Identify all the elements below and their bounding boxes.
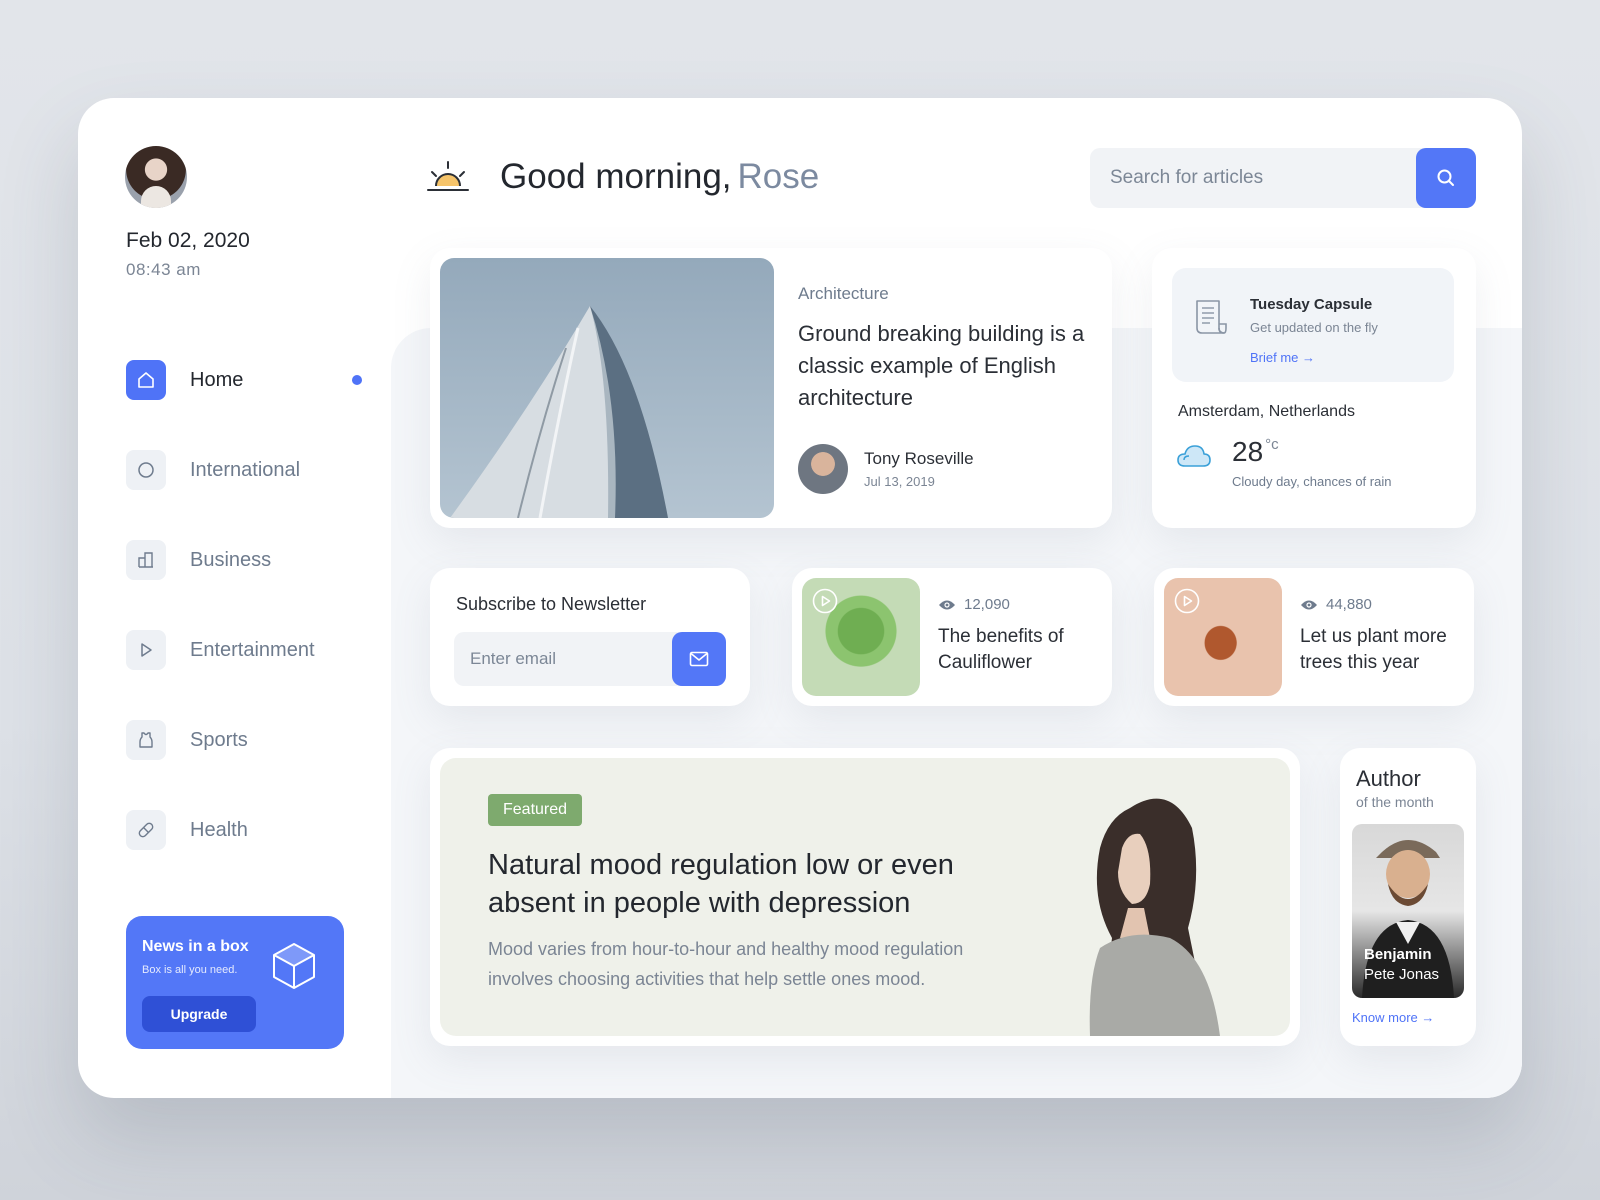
search-input[interactable]: [1090, 148, 1408, 208]
email-field[interactable]: [454, 632, 668, 686]
jersey-icon: [126, 720, 166, 760]
view-count: 44,880: [1300, 596, 1372, 613]
featured-title[interactable]: Natural mood regulation low or even abse…: [488, 846, 1008, 922]
play-icon: [126, 630, 166, 670]
subscribe-button[interactable]: [672, 632, 726, 686]
brief-me-link[interactable]: Brief me →: [1250, 350, 1315, 365]
greeting-text: Good morning,: [500, 157, 732, 196]
search-button[interactable]: [1416, 148, 1476, 208]
leaf-thumbnail[interactable]: [1164, 578, 1282, 696]
video-card[interactable]: 12,090 The benefits of Cauliflower: [792, 568, 1112, 706]
woman-photo: [1089, 798, 1220, 1036]
search-bar: [1090, 148, 1476, 208]
sidebar-item-home[interactable]: Home: [126, 360, 362, 450]
circle-icon: [126, 450, 166, 490]
current-time: 08:43 am: [126, 260, 201, 279]
promo-subtitle: Box is all you need.: [142, 964, 238, 976]
brief-me-label: Brief me: [1250, 350, 1299, 365]
article-title[interactable]: Ground breaking building is a classic ex…: [798, 318, 1088, 414]
view-count-value: 12,090: [964, 596, 1010, 613]
author-name[interactable]: Tony Roseville: [864, 449, 974, 469]
author-first-name: Benjamin: [1364, 946, 1432, 963]
author-avatar: [798, 444, 848, 494]
cloud-icon: [1177, 445, 1211, 467]
author-photo[interactable]: Benjamin Pete Jonas: [1352, 824, 1464, 998]
cube-icon: [273, 943, 315, 989]
video-card[interactable]: 44,880 Let us plant more trees this year: [1154, 568, 1474, 706]
upgrade-button[interactable]: Upgrade: [142, 996, 256, 1032]
upgrade-promo-card: News in a box Box is all you need. Upgra…: [126, 916, 344, 1049]
cauliflower-thumbnail[interactable]: [802, 578, 920, 696]
sidebar-item-entertainment[interactable]: Entertainment: [126, 630, 362, 720]
sidebar-item-label: Home: [190, 369, 244, 391]
newsletter-card: Subscribe to Newsletter: [430, 568, 750, 706]
sunrise-icon: [427, 161, 469, 191]
author-last-name: Pete Jonas: [1364, 966, 1440, 983]
home-icon: [126, 360, 166, 400]
featured-badge: Featured: [488, 794, 583, 826]
view-count: 12,090: [938, 596, 1010, 613]
video-title[interactable]: The benefits of Cauliflower: [938, 624, 1098, 676]
mail-icon: [689, 651, 709, 667]
active-indicator-dot: [352, 375, 362, 385]
arrow-right-icon: →: [1421, 1010, 1435, 1025]
pill-icon: [126, 810, 166, 850]
featured-description: Mood varies from hour-to-hour and health…: [488, 939, 964, 989]
newsletter-form: [454, 632, 726, 686]
temperature: 28 °c: [1232, 436, 1279, 468]
play-circle-icon[interactable]: [1174, 588, 1200, 614]
app-window: Feb 02, 2020 08:43 am Home International…: [78, 98, 1522, 1098]
video-title[interactable]: Let us plant more trees this year: [1300, 624, 1460, 676]
sidebar-item-sports[interactable]: Sports: [126, 720, 362, 810]
view-count-value: 44,880: [1326, 596, 1372, 613]
know-more-link[interactable]: Know more →: [1352, 1010, 1434, 1025]
user-avatar[interactable]: [125, 146, 187, 208]
featured-panel: Featured Natural mood regulation low or …: [440, 758, 1290, 1036]
current-date: Feb 02, 2020: [126, 229, 250, 252]
search-icon: [1437, 169, 1454, 186]
article-card[interactable]: Architecture Ground breaking building is…: [430, 248, 1112, 528]
sidebar-item-business[interactable]: Business: [126, 540, 362, 630]
author-of-month-card: Author of the month Benjamin Pete Jonas …: [1340, 748, 1476, 1046]
sidebar-item-international[interactable]: International: [126, 450, 362, 540]
weather-city: Amsterdam, Netherlands: [1178, 403, 1355, 420]
temperature-value: 28: [1232, 436, 1264, 467]
author-of-month-title: Author: [1356, 766, 1421, 791]
sidebar-nav: Home International Business Entertainmen…: [126, 360, 362, 900]
capsule-panel: Tuesday Capsule Get updated on the fly B…: [1172, 268, 1454, 382]
greeting-heading: Good morning, Rose: [500, 157, 819, 197]
weather-description: Cloudy day, chances of rain: [1232, 474, 1392, 489]
know-more-label: Know more: [1352, 1010, 1418, 1025]
sidebar-item-label: Sports: [190, 729, 248, 751]
author-of-month-subtitle: of the month: [1356, 794, 1434, 810]
eye-icon: [939, 600, 955, 609]
weather-card: Tuesday Capsule Get updated on the fly B…: [1152, 248, 1476, 528]
featured-article-card[interactable]: Featured Natural mood regulation low or …: [430, 748, 1300, 1046]
user-name: Rose: [737, 157, 820, 196]
promo-title: News in a box: [142, 938, 249, 955]
sidebar-item-label: Business: [190, 549, 272, 571]
temperature-unit: °c: [1265, 436, 1279, 453]
article-date: Jul 13, 2019: [864, 474, 935, 489]
eye-icon: [1301, 600, 1317, 609]
sidebar-item-label: Entertainment: [190, 639, 315, 661]
capsule-subtitle: Get updated on the fly: [1250, 320, 1378, 335]
building-icon: [126, 540, 166, 580]
building-photo: [440, 258, 774, 518]
sidebar-item-health[interactable]: Health: [126, 810, 362, 900]
sidebar-item-label: International: [190, 459, 301, 481]
capsule-title: Tuesday Capsule: [1250, 296, 1373, 313]
sidebar-item-label: Health: [190, 819, 248, 841]
document-icon: [1196, 300, 1227, 334]
arrow-right-icon: →: [1302, 350, 1316, 365]
newsletter-title: Subscribe to Newsletter: [456, 594, 647, 614]
article-category[interactable]: Architecture: [798, 284, 889, 304]
play-circle-icon[interactable]: [812, 588, 838, 614]
